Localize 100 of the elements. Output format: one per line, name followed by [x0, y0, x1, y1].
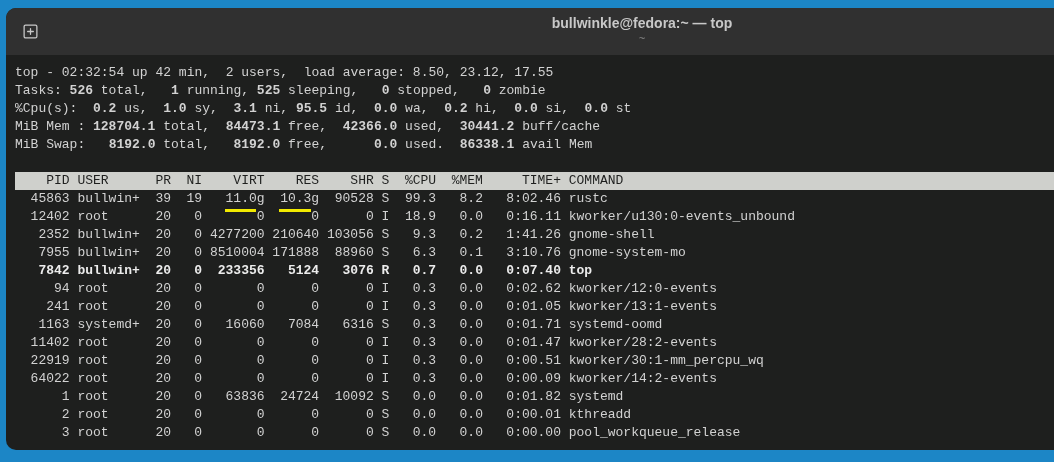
table-cell-text: 0.0 — [458, 298, 483, 316]
table-cell-text: 0.0 — [458, 280, 483, 298]
table-cell-text: 0 — [255, 280, 265, 298]
table-cell: kworker/12:0-events — [568, 280, 717, 298]
table-cell-text: 64022 — [29, 370, 70, 388]
table-cell-text: 0:16.11 — [505, 208, 561, 226]
table-cell-text: 0.2 — [458, 226, 483, 244]
table-cell-text: 0 — [364, 334, 374, 352]
column-header: VIRT — [232, 172, 265, 190]
table-cell-text: 0.3 — [411, 370, 437, 388]
table-cell-text: 0 — [255, 370, 265, 388]
column-header: %MEM — [450, 172, 483, 190]
column-header: COMMAND — [568, 172, 624, 190]
table-cell-text: 90528 — [333, 190, 374, 208]
table-cell-text: 0 — [193, 280, 203, 298]
table-cell: I — [381, 370, 390, 388]
table-cell: systemd+ — [77, 316, 140, 334]
table-cell-text: 0.0 — [411, 424, 437, 442]
column-header: PID — [45, 172, 70, 190]
table-cell-text: 0:00.01 — [505, 406, 561, 424]
table-cell-text: 88960 — [333, 244, 374, 262]
table-cell-text: 5124 — [286, 262, 320, 280]
table-cell-text: 0 — [255, 208, 265, 226]
table-cell-text: 0 — [193, 370, 203, 388]
table-cell: R — [381, 262, 390, 280]
table-cell-text: 11402 — [29, 334, 70, 352]
table-cell-text: 9.3 — [411, 226, 437, 244]
table-cell-text: 0 — [364, 370, 374, 388]
table-cell-text: 0:01.05 — [505, 298, 561, 316]
table-cell-text: 20 — [154, 424, 171, 442]
summary-line: Tasks: 526 total, 1 running, 525 sleeping, 0 stopped, 0 zombie — [15, 82, 546, 100]
table-cell-text: 12402 — [29, 208, 70, 226]
table-cell: S — [381, 226, 390, 244]
window-title: bullwinkle@fedora:~ — top — [551, 14, 733, 32]
column-header: S — [381, 172, 390, 190]
table-cell-text: 0.1 — [458, 244, 483, 262]
table-cell: I — [381, 280, 390, 298]
table-cell-text: 20 — [154, 406, 171, 424]
summary-line: MiB Mem : 128704.1 total, 84473.1 free, 42366.0 used, 30441.2 buff/cache — [15, 118, 601, 136]
summary-line: MiB Swap: 8192.0 total, 8192.0 free, 0.0 used. 86338.1 avail Mem — [15, 136, 593, 154]
table-cell-text: 94 — [53, 280, 70, 298]
table-cell-text: 0.0 — [458, 208, 483, 226]
table-cell-text: 0 — [255, 406, 265, 424]
table-cell: I — [381, 298, 390, 316]
table-cell-text: 0 — [193, 406, 203, 424]
table-cell-text: root — [77, 388, 110, 406]
table-cell-text: 0.0 — [458, 406, 483, 424]
table-cell-text: 0.3 — [411, 316, 437, 334]
table-cell-text: 233356 — [216, 262, 265, 280]
table-cell: S — [381, 388, 390, 406]
table-cell-text: 0 — [255, 352, 265, 370]
table-cell-text: 16060 — [224, 316, 265, 334]
table-cell-text: 0 — [310, 208, 320, 226]
table-cell-text: 20 — [154, 316, 171, 334]
summary-line: %Cpu(s): 0.2 us, 1.0 sy, 3.1 ni, 95.5 id, 0.0 wa, 0.2 hi, 0.0 si, 0.0 st — [15, 100, 632, 118]
table-cell-text: 20 — [154, 262, 171, 280]
table-cell-text: 0 — [310, 424, 320, 442]
table-cell-text: 18.9 — [403, 208, 437, 226]
table-cell-text: 0 — [310, 406, 320, 424]
table-cell-text: root — [77, 280, 110, 298]
table-cell-text: 20 — [154, 226, 171, 244]
table-cell-text: root — [77, 424, 110, 442]
table-cell: bullwin+ — [77, 190, 140, 208]
table-cell: kworker/14:2-events — [568, 370, 717, 388]
table-cell: systemd — [568, 388, 624, 406]
table-cell: 171888 — [272, 244, 320, 262]
table-cell-text: 0 — [193, 226, 203, 244]
table-cell-text: 0 — [193, 352, 203, 370]
table-cell-text: 20 — [154, 352, 171, 370]
table-cell-text: 19 — [185, 190, 203, 208]
column-header: TIME+ — [520, 172, 561, 190]
table-cell-text: 0.0 — [458, 370, 483, 388]
table-cell-text: root — [77, 406, 110, 424]
table-cell-text: 0 — [193, 424, 203, 442]
table-cell-text: 0.3 — [411, 298, 437, 316]
table-cell: bullwin+ — [77, 226, 140, 244]
window-subtitle: ~ — [638, 32, 646, 44]
table-cell-text: 7084 — [286, 316, 320, 334]
table-cell-text: 10092 — [333, 388, 374, 406]
table-cell-text: 20 — [154, 334, 171, 352]
table-cell-text: 0:02.62 — [505, 280, 561, 298]
table-cell-text: 0:00.51 — [505, 352, 561, 370]
column-header: USER — [77, 172, 110, 190]
table-cell-text: 0 — [310, 280, 320, 298]
table-cell: I — [381, 208, 390, 226]
table-cell-text: 20 — [154, 388, 171, 406]
table-cell-text: 0 — [310, 352, 320, 370]
table-cell-text: 63836 — [224, 388, 265, 406]
table-cell-text: 0.3 — [411, 352, 437, 370]
table-cell-text: 6.3 — [411, 244, 437, 262]
table-cell: 11.0g — [225, 191, 265, 206]
table-cell: I — [381, 352, 390, 370]
table-cell-text: 24724 — [279, 388, 320, 406]
table-cell: I — [381, 334, 390, 352]
table-cell-text: 0:01.47 — [505, 334, 561, 352]
column-header: NI — [185, 172, 203, 190]
table-cell: 4277200 — [209, 226, 265, 244]
table-cell-text: root — [77, 334, 110, 352]
table-cell-text: 0 — [255, 424, 265, 442]
table-cell-text: 0 — [364, 424, 374, 442]
